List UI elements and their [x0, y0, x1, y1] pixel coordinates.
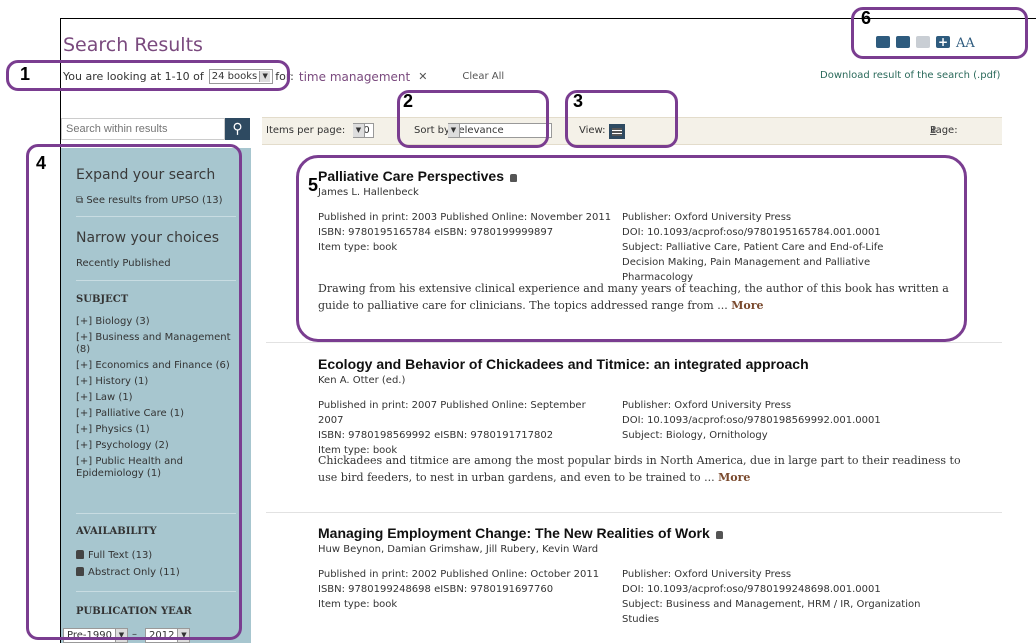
result-title[interactable]: Managing Employment Change: The New Real…	[318, 525, 1008, 541]
callout-number-3: 3	[573, 91, 584, 111]
search-input[interactable]	[61, 118, 225, 140]
download-pdf-link[interactable]: Download result of the search (.pdf)	[820, 70, 1000, 81]
result-divider	[266, 512, 1002, 513]
result-author: Huw Beynon, Damian Grimshaw, Jill Rubery…	[318, 544, 599, 555]
result-title[interactable]: Ecology and Behavior of Chickadees and T…	[318, 356, 1008, 372]
callout-box-2	[397, 90, 549, 148]
callout-number-5: 5	[308, 175, 319, 195]
result-meta: Published in print: 2002 Published Onlin…	[318, 567, 1008, 625]
item-type: Item type: book	[318, 445, 398, 456]
clear-all-link[interactable]: Clear All	[462, 71, 504, 82]
query-term: time management	[298, 69, 411, 84]
callout-number-2: 2	[403, 91, 414, 111]
callout-number-4: 4	[36, 153, 47, 173]
callout-number-1: 1	[20, 64, 31, 84]
callout-box-6	[851, 7, 1028, 59]
published-info: Published in print: 2002 Published Onlin…	[318, 569, 600, 580]
result-divider	[266, 342, 1002, 343]
result-item: Managing Employment Change: The New Real…	[318, 525, 1008, 625]
doi-info: DOI: 10.1093/acprof:oso/9780198569992.00…	[622, 415, 881, 426]
search-button[interactable]: ⚲	[225, 118, 250, 140]
doi-info: DOI: 10.1093/acprof:oso/9780199248698.00…	[622, 584, 881, 595]
result-author: Ken A. Otter (ed.)	[318, 375, 406, 386]
published-info: Published in print: 2007 Published Onlin…	[318, 400, 586, 426]
subject-info: Subject: Business and Management, HRM / …	[622, 599, 921, 625]
search-icon: ⚲	[232, 121, 243, 137]
page-link[interactable]: 3	[930, 125, 936, 136]
isbn-info: ISBN: 9780199248698 eISBN: 9780191697760	[318, 584, 554, 595]
more-link[interactable]: More	[718, 471, 750, 484]
subject-info: Subject: Biology, Ornithology	[622, 430, 768, 441]
callout-number-6: 6	[861, 8, 872, 28]
isbn-info: ISBN: 9780198569992 eISBN: 9780191717802	[318, 430, 554, 441]
publisher-info: Publisher: Oxford University Press	[622, 569, 792, 580]
callout-box-1	[6, 60, 290, 91]
callout-box-4	[26, 144, 242, 640]
remove-query-icon[interactable]: ✕	[418, 70, 427, 83]
result-meta: Published in print: 2007 Published Onlin…	[318, 398, 1008, 456]
items-per-page-label: Items per page:	[266, 125, 346, 136]
callout-box-5	[296, 155, 967, 342]
result-item: Ecology and Behavior of Chickadees and T…	[318, 356, 1008, 486]
publisher-info: Publisher: Oxford University Press	[622, 400, 792, 411]
page-title: Search Results	[63, 34, 203, 56]
chevron-down-icon: ▼	[353, 123, 365, 138]
item-type: Item type: book	[318, 599, 398, 610]
lock-icon	[715, 531, 723, 539]
